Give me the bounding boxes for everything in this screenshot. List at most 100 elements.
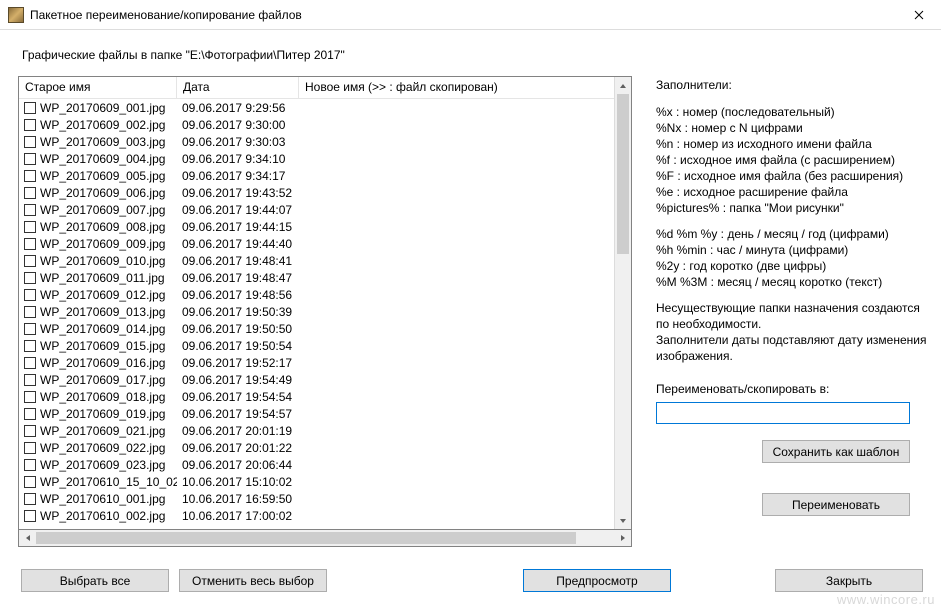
row-checkbox[interactable] (24, 170, 36, 182)
cell-old-name: WP_20170609_007.jpg (19, 203, 177, 217)
row-checkbox[interactable] (24, 221, 36, 233)
table-row[interactable]: WP_20170609_016.jpg09.06.2017 19:52:17 (19, 354, 614, 371)
row-checkbox[interactable] (24, 459, 36, 471)
row-checkbox[interactable] (24, 510, 36, 522)
horizontal-scrollbar[interactable] (18, 530, 632, 547)
table-row[interactable]: WP_20170610_001.jpg10.06.2017 16:59:50 (19, 490, 614, 507)
filename-label: WP_20170610_15_10_02... (40, 475, 177, 489)
select-all-button[interactable]: Выбрать все (21, 569, 169, 592)
cell-date: 09.06.2017 19:44:40 (177, 237, 299, 251)
row-checkbox[interactable] (24, 493, 36, 505)
row-checkbox[interactable] (24, 357, 36, 369)
table-row[interactable]: WP_20170609_022.jpg09.06.2017 20:01:22 (19, 439, 614, 456)
table-row[interactable]: WP_20170609_009.jpg09.06.2017 19:44:40 (19, 235, 614, 252)
row-checkbox[interactable] (24, 136, 36, 148)
column-old-name[interactable]: Старое имя (19, 77, 177, 98)
table-row[interactable]: WP_20170609_018.jpg09.06.2017 19:54:54 (19, 388, 614, 405)
placeholder-list-1: %x : номер (последовательный)%Nx : номер… (656, 104, 914, 216)
vertical-scrollbar[interactable] (614, 77, 631, 529)
table-row[interactable]: WP_20170609_005.jpg09.06.2017 9:34:17 (19, 167, 614, 184)
table-row[interactable]: WP_20170609_006.jpg09.06.2017 19:43:52 (19, 184, 614, 201)
table-row[interactable]: WP_20170609_013.jpg09.06.2017 19:50:39 (19, 303, 614, 320)
table-row[interactable]: WP_20170609_007.jpg09.06.2017 19:44:07 (19, 201, 614, 218)
filename-label: WP_20170609_016.jpg (40, 356, 165, 370)
cell-date: 10.06.2017 16:59:50 (177, 492, 299, 506)
row-checkbox[interactable] (24, 289, 36, 301)
deselect-all-button[interactable]: Отменить весь выбор (179, 569, 327, 592)
rename-input[interactable] (656, 402, 910, 424)
cell-old-name: WP_20170609_002.jpg (19, 118, 177, 132)
preview-button[interactable]: Предпросмотр (523, 569, 671, 592)
row-checkbox[interactable] (24, 391, 36, 403)
placeholder-line: %M %3M : месяц / месяц коротко (текст) (656, 274, 914, 290)
app-icon (8, 7, 24, 23)
column-date[interactable]: Дата (177, 77, 299, 98)
row-checkbox[interactable] (24, 323, 36, 335)
table-row[interactable]: WP_20170609_011.jpg 09.06.2017 19:48:47 (19, 269, 614, 286)
table-row[interactable]: WP_20170609_014.jpg09.06.2017 19:50:50 (19, 320, 614, 337)
table-row[interactable]: WP_20170609_017.jpg09.06.2017 19:54:49 (19, 371, 614, 388)
table-row[interactable]: WP_20170609_003.jpg09.06.2017 9:30:03 (19, 133, 614, 150)
row-checkbox[interactable] (24, 374, 36, 386)
row-checkbox[interactable] (24, 187, 36, 199)
save-template-button[interactable]: Сохранить как шаблон (762, 440, 910, 463)
table-row[interactable]: WP_20170609_010.jpg09.06.2017 19:48:41 (19, 252, 614, 269)
placeholder-line: Несуществующие папки назначения создаютс… (656, 300, 914, 316)
row-checkbox[interactable] (24, 408, 36, 420)
cell-date: 09.06.2017 19:44:15 (177, 220, 299, 234)
row-checkbox[interactable] (24, 255, 36, 267)
table-row[interactable]: WP_20170609_002.jpg09.06.2017 9:30:00 (19, 116, 614, 133)
scroll-thumb[interactable] (617, 94, 629, 254)
scroll-right-icon[interactable] (614, 530, 631, 546)
row-checkbox[interactable] (24, 306, 36, 318)
cell-old-name: WP_20170609_005.jpg (19, 169, 177, 183)
placeholder-line: %Nx : номер с N цифрами (656, 120, 914, 136)
filename-label: WP_20170609_002.jpg (40, 118, 165, 132)
cell-old-name: WP_20170609_003.jpg (19, 135, 177, 149)
table-row[interactable]: WP_20170609_019.jpg09.06.2017 19:54:57 (19, 405, 614, 422)
row-checkbox[interactable] (24, 442, 36, 454)
table-row[interactable]: WP_20170609_004.jpg09.06.2017 9:34:10 (19, 150, 614, 167)
row-checkbox[interactable] (24, 102, 36, 114)
cell-old-name: WP_20170609_019.jpg (19, 407, 177, 421)
table-row[interactable]: WP_20170610_002.jpg10.06.2017 17:00:02 (19, 507, 614, 524)
filename-label: WP_20170609_001.jpg (40, 101, 165, 115)
rename-button[interactable]: Переименовать (762, 493, 910, 516)
row-checkbox[interactable] (24, 425, 36, 437)
filename-label: WP_20170609_014.jpg (40, 322, 165, 336)
cell-old-name: WP_20170609_016.jpg (19, 356, 177, 370)
table-row[interactable]: WP_20170609_001.jpg09.06.2017 9:29:56 (19, 99, 614, 116)
scroll-up-icon[interactable] (615, 77, 631, 94)
cell-old-name: WP_20170609_001.jpg (19, 101, 177, 115)
rename-label: Переименовать/скопировать в: (656, 382, 914, 396)
cell-date: 09.06.2017 19:48:47 (177, 271, 299, 285)
hscroll-thumb[interactable] (36, 532, 576, 544)
table-row[interactable]: WP_20170609_012.jpg09.06.2017 19:48:56 (19, 286, 614, 303)
cell-date: 10.06.2017 15:10:02 (177, 475, 299, 489)
table-row[interactable]: WP_20170609_008.jpg09.06.2017 19:44:15 (19, 218, 614, 235)
row-checkbox[interactable] (24, 238, 36, 250)
cell-old-name: WP_20170609_008.jpg (19, 220, 177, 234)
table-row[interactable]: WP_20170610_15_10_02...10.06.2017 15:10:… (19, 473, 614, 490)
cell-old-name: WP_20170610_15_10_02... (19, 475, 177, 489)
table-row[interactable]: WP_20170609_023.jpg09.06.2017 20:06:44 (19, 456, 614, 473)
close-icon[interactable] (896, 0, 941, 29)
row-checkbox[interactable] (24, 340, 36, 352)
row-checkbox[interactable] (24, 119, 36, 131)
row-checkbox[interactable] (24, 204, 36, 216)
filename-label: WP_20170609_006.jpg (40, 186, 165, 200)
row-checkbox[interactable] (24, 476, 36, 488)
row-checkbox[interactable] (24, 153, 36, 165)
row-checkbox[interactable] (24, 272, 36, 284)
cell-date: 10.06.2017 17:00:02 (177, 509, 299, 523)
table-row[interactable]: WP_20170609_015.jpg09.06.2017 19:50:54 (19, 337, 614, 354)
placeholder-line: %e : исходное расширение файла (656, 184, 914, 200)
close-button[interactable]: Закрыть (775, 569, 923, 592)
cell-date: 09.06.2017 9:34:10 (177, 152, 299, 166)
scroll-left-icon[interactable] (19, 530, 36, 546)
table-row[interactable]: WP_20170609_021.jpg09.06.2017 20:01:19 (19, 422, 614, 439)
scroll-down-icon[interactable] (615, 512, 631, 529)
column-new-name[interactable]: Новое имя (>> : файл скопирован) (299, 77, 614, 98)
filename-label: WP_20170609_011.jpg (40, 271, 165, 285)
placeholder-line: %d %m %y : день / месяц / год (цифрами) (656, 226, 914, 242)
